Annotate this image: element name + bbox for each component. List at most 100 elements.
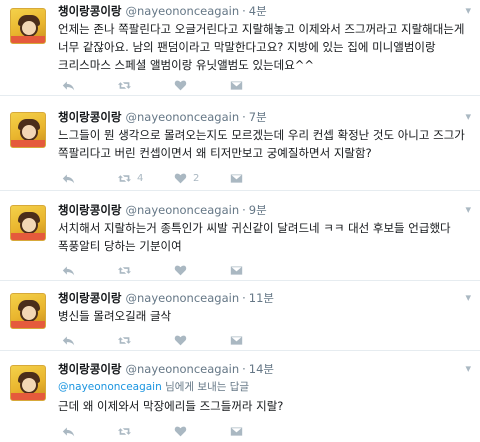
user-handle[interactable]: @nayeononceagain <box>125 4 239 18</box>
avatar-face <box>20 304 38 322</box>
retweet-icon <box>118 266 131 274</box>
tweet-timestamp[interactable]: 7분 <box>249 110 267 124</box>
reply-context-label: 님에게 보내는 답글 <box>161 381 250 393</box>
tweet-text: 서치해서 지랄하는거 종특인가 씨발 귀신같이 달려드네 ㅋㅋ 대선 후보들 언… <box>58 221 451 253</box>
like-button[interactable]: 2 <box>174 171 199 185</box>
avatar[interactable] <box>10 205 46 241</box>
retweet-button[interactable] <box>118 333 137 347</box>
reply-button[interactable] <box>62 263 75 277</box>
avatar-face <box>20 376 38 394</box>
separator-dot: · <box>242 110 246 124</box>
separator-dot: · <box>242 362 246 376</box>
reply-button[interactable] <box>62 333 75 347</box>
tweet-header: 챙이랑콩이랑 @nayeononceagain · 11분 <box>58 291 274 305</box>
retweet-icon <box>118 427 131 435</box>
user-name[interactable]: 챙이랑콩이랑 <box>58 4 121 18</box>
tweet[interactable]: 챙이랑콩이랑 @nayeononceagain · 14분 ▾ @nayeononce… <box>0 351 480 442</box>
user-name[interactable]: 챙이랑콩이랑 <box>58 291 121 305</box>
retweet-button[interactable] <box>118 263 137 277</box>
heart-icon <box>174 426 187 436</box>
tweet-text: 근데 왜 이제와서 막장에리들 즈그들꺼라 지랄? <box>58 399 284 413</box>
avatar-face <box>20 123 38 141</box>
like-count: 2 <box>193 172 200 184</box>
tweet-timestamp[interactable]: 11분 <box>249 291 274 305</box>
avatar[interactable] <box>10 293 46 329</box>
reply-context: @nayeononceagain 님에게 보내는 답글 <box>58 380 249 394</box>
envelope-icon <box>230 80 243 90</box>
tweet-header: 챙이랑콩이랑 @nayeononceagain · 9분 <box>58 203 267 217</box>
tweet-timestamp[interactable]: 9분 <box>249 203 267 217</box>
tweet-header: 챙이랑콩이랑 @nayeononceagain · 14분 <box>58 362 274 376</box>
heart-icon <box>174 80 187 90</box>
reply-mention-link[interactable]: @nayeononceagain <box>58 381 162 393</box>
heart-icon <box>174 173 187 183</box>
reply-button[interactable] <box>62 171 75 185</box>
retweet-icon <box>118 81 131 89</box>
envelope-icon <box>230 426 243 436</box>
separator-dot: · <box>242 203 246 217</box>
envelope-icon <box>230 265 243 275</box>
tweet[interactable]: 챙이랑콩이랑 @nayeononceagain · 4분 ▾ 언제는 존나 쪽팔린다고… <box>0 0 480 96</box>
direct-message-button[interactable] <box>230 171 243 185</box>
reply-icon <box>62 265 75 275</box>
like-button[interactable] <box>174 424 193 438</box>
tweet-timestamp[interactable]: 14분 <box>249 362 274 376</box>
retweet-button[interactable] <box>118 78 137 92</box>
retweet-icon <box>118 336 131 344</box>
reply-button[interactable] <box>62 424 75 438</box>
tweet-header: 챙이랑콩이랑 @nayeononceagain · 7분 <box>58 110 267 124</box>
avatar-stripe <box>11 393 45 400</box>
chevron-down-icon[interactable]: ▾ <box>465 4 471 17</box>
tweet-header: 챙이랑콩이랑 @nayeononceagain · 4분 <box>58 4 267 18</box>
tweet-text: 느그들이 뭔 생각으로 몰려오는지도 모르겠는데 우리 컨셉 확정난 것도 아니… <box>58 128 465 160</box>
tweet-timeline: 챙이랑콩이랑 @nayeononceagain · 4분 ▾ 언제는 존나 쪽팔린다고… <box>0 0 480 442</box>
chevron-down-icon[interactable]: ▾ <box>465 362 471 375</box>
reply-icon <box>62 80 75 90</box>
avatar-face <box>20 19 38 37</box>
reply-icon <box>62 173 75 183</box>
chevron-down-icon[interactable]: ▾ <box>465 203 471 216</box>
direct-message-button[interactable] <box>230 333 243 347</box>
user-handle[interactable]: @nayeononceagain <box>125 291 239 305</box>
heart-icon <box>174 265 187 275</box>
envelope-icon <box>230 173 243 183</box>
user-handle[interactable]: @nayeononceagain <box>125 362 239 376</box>
user-handle[interactable]: @nayeononceagain <box>125 203 239 217</box>
avatar[interactable] <box>10 112 46 148</box>
retweet-icon <box>118 174 131 182</box>
avatar-stripe <box>11 36 45 43</box>
like-button[interactable] <box>174 78 193 92</box>
heart-icon <box>174 335 187 345</box>
chevron-down-icon[interactable]: ▾ <box>465 291 471 304</box>
tweet-text: 언제는 존나 쪽팔린다고 오글거린다고 지랄해놓고 이제와서 즈그꺼라고 지랄해… <box>58 22 465 72</box>
avatar[interactable] <box>10 365 46 401</box>
avatar-stripe <box>11 321 45 328</box>
retweet-button[interactable] <box>118 424 137 438</box>
avatar-stripe <box>11 140 45 147</box>
direct-message-button[interactable] <box>230 78 243 92</box>
direct-message-button[interactable] <box>230 263 243 277</box>
avatar[interactable] <box>10 8 46 44</box>
envelope-icon <box>230 335 243 345</box>
reply-icon <box>62 335 75 345</box>
reply-icon <box>62 426 75 436</box>
user-handle[interactable]: @nayeononceagain <box>125 110 239 124</box>
user-name[interactable]: 챙이랑콩이랑 <box>58 110 121 124</box>
chevron-down-icon[interactable]: ▾ <box>465 110 471 123</box>
reply-button[interactable] <box>62 78 75 92</box>
retweet-button[interactable]: 4 <box>118 171 143 185</box>
like-button[interactable] <box>174 333 193 347</box>
user-name[interactable]: 챙이랑콩이랑 <box>58 362 121 376</box>
retweet-count: 4 <box>137 172 144 184</box>
like-button[interactable] <box>174 263 193 277</box>
direct-message-button[interactable] <box>230 424 243 438</box>
avatar-face <box>20 216 38 234</box>
user-name[interactable]: 챙이랑콩이랑 <box>58 203 121 217</box>
tweet[interactable]: 챙이랑콩이랑 @nayeononceagain · 7분 ▾ 느그들이 뭔 생각으로 … <box>0 96 480 191</box>
tweet-text: 병신들 몰려오길래 글삭 <box>58 309 172 323</box>
tweet[interactable]: 챙이랑콩이랑 @nayeononceagain · 9분 ▾ 서치해서 지랄하는거 종… <box>0 191 480 281</box>
separator-dot: · <box>242 291 246 305</box>
tweet[interactable]: 챙이랑콩이랑 @nayeononceagain · 11분 ▾ 병신들 몰려오길래 글… <box>0 281 480 351</box>
tweet-timestamp[interactable]: 4분 <box>249 4 267 18</box>
avatar-stripe <box>11 233 45 240</box>
